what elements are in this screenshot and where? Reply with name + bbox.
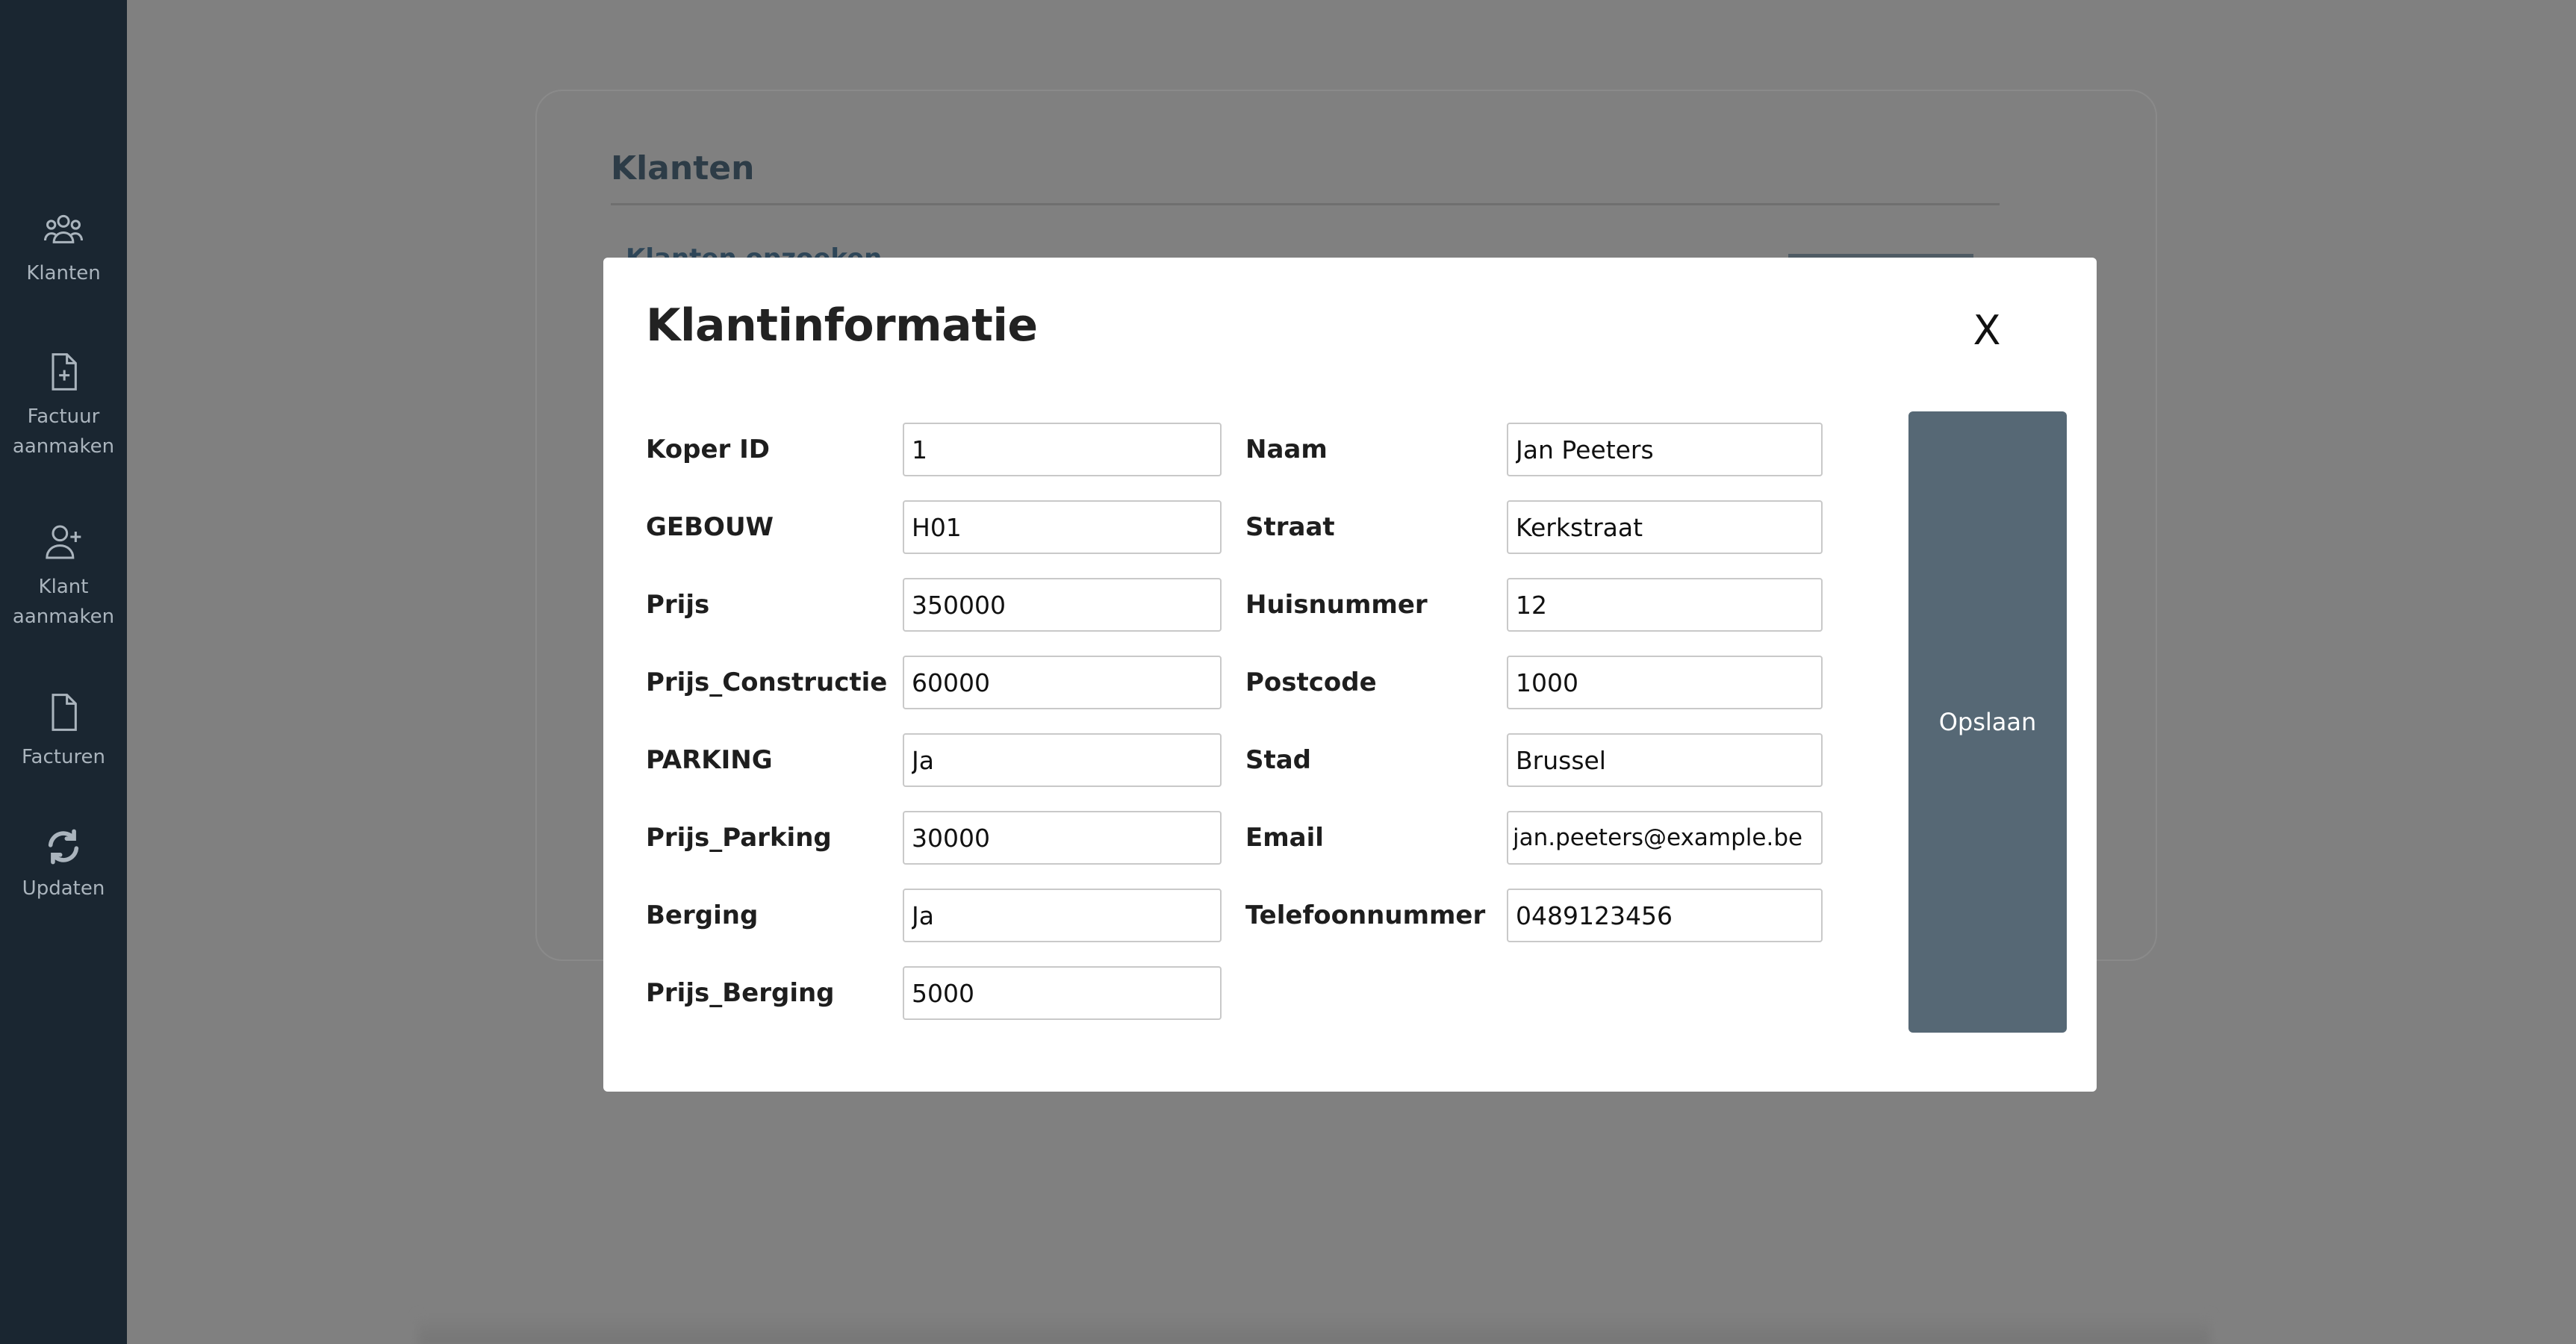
field-label-huisnummer: Huisnummer bbox=[1245, 590, 1428, 620]
postcode-input[interactable] bbox=[1507, 656, 1823, 709]
sidebar: Klanten Factuur aanmaken Klant aanmaken bbox=[0, 0, 127, 1344]
naam-input[interactable] bbox=[1507, 423, 1823, 476]
sidebar-item-label: Klant bbox=[38, 576, 89, 598]
field-label-email: Email bbox=[1245, 823, 1324, 853]
sidebar-item-klant-aanmaken[interactable]: Klant aanmaken bbox=[0, 520, 127, 632]
email-input[interactable] bbox=[1507, 811, 1823, 865]
page-title: Klanten bbox=[611, 149, 755, 187]
users-icon bbox=[0, 209, 127, 251]
field-label-telefoonnummer: Telefoonnummer bbox=[1245, 900, 1486, 930]
telefoonnummer-input[interactable] bbox=[1507, 889, 1823, 942]
sidebar-item-label: Facturen bbox=[21, 746, 106, 768]
sidebar-item-label: Updaten bbox=[22, 877, 105, 900]
sidebar-item-label: aanmaken bbox=[12, 435, 115, 458]
save-button[interactable]: Opslaan bbox=[1908, 411, 2067, 1033]
file-icon bbox=[0, 690, 127, 735]
sidebar-item-factuur-aanmaken[interactable]: Factuur aanmaken bbox=[0, 349, 127, 461]
field-label-straat: Straat bbox=[1245, 512, 1335, 542]
field-label-koper-id: Koper ID bbox=[646, 435, 770, 464]
field-label-gebouw: GEBOUW bbox=[646, 512, 774, 542]
sidebar-item-label: Factuur bbox=[27, 405, 100, 428]
field-label-berging: Berging bbox=[646, 900, 759, 930]
straat-input[interactable] bbox=[1507, 500, 1823, 554]
field-label-naam: Naam bbox=[1245, 435, 1328, 464]
sidebar-item-facturen[interactable]: Facturen bbox=[0, 690, 127, 772]
stad-input[interactable] bbox=[1507, 733, 1823, 787]
sidebar-item-updaten[interactable]: Updaten bbox=[0, 827, 127, 903]
parking-input[interactable] bbox=[903, 733, 1222, 787]
prijs-parking-input[interactable] bbox=[903, 811, 1222, 865]
field-label-stad: Stad bbox=[1245, 745, 1312, 775]
field-label-parking: PARKING bbox=[646, 745, 773, 775]
huisnummer-input[interactable] bbox=[1507, 578, 1823, 632]
sidebar-item-label: aanmaken bbox=[12, 606, 115, 628]
modal-title: Klantinformatie bbox=[646, 299, 1038, 352]
prijs-input[interactable] bbox=[903, 578, 1222, 632]
field-label-prijs-parking: Prijs_Parking bbox=[646, 823, 832, 853]
field-label-prijs-berging: Prijs_Berging bbox=[646, 978, 835, 1008]
klantinformatie-modal: Klantinformatie X Koper ID GEBOUW Prijs … bbox=[603, 258, 2097, 1092]
close-button[interactable]: X bbox=[1964, 308, 2009, 353]
koper-id-input[interactable] bbox=[903, 423, 1222, 476]
berging-input[interactable] bbox=[903, 889, 1222, 942]
title-divider bbox=[611, 203, 2000, 205]
user-plus-icon bbox=[0, 520, 127, 564]
field-label-postcode: Postcode bbox=[1245, 668, 1377, 697]
sidebar-item-klanten[interactable]: Klanten bbox=[0, 209, 127, 288]
prijs-berging-input[interactable] bbox=[903, 966, 1222, 1020]
gebouw-input[interactable] bbox=[903, 500, 1222, 554]
refresh-icon bbox=[0, 827, 127, 866]
prijs-constructie-input[interactable] bbox=[903, 656, 1222, 709]
field-label-prijs: Prijs bbox=[646, 590, 710, 620]
sidebar-item-label: Klanten bbox=[26, 262, 101, 284]
field-label-prijs-constructie: Prijs_Constructie bbox=[646, 668, 888, 697]
file-plus-icon bbox=[0, 349, 127, 394]
bottom-shadow bbox=[418, 1316, 2210, 1344]
